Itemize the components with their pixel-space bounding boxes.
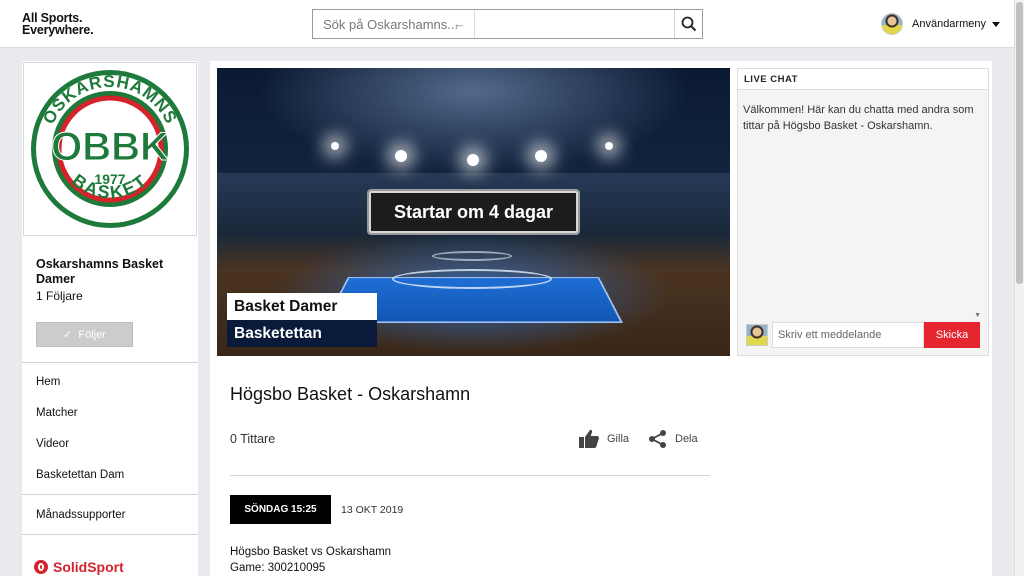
- search-icon: [681, 16, 696, 32]
- day-time-badge: SÖNDAG 15:25: [230, 495, 331, 524]
- page-scrollbar[interactable]: [1014, 0, 1024, 576]
- scroll-down-icon[interactable]: ▼: [974, 312, 981, 319]
- spotlight-icon: [331, 142, 339, 150]
- search-divider: [474, 10, 475, 38]
- spotlight-icon: [605, 142, 613, 150]
- logo-initials: OBBK: [51, 125, 169, 169]
- avatar: [746, 324, 768, 346]
- brand-line2: Everywhere.: [22, 23, 94, 37]
- caret-down-icon: [992, 21, 1000, 27]
- game-date: 13 OKT 2019: [341, 504, 404, 516]
- spotlight-icon: [467, 154, 479, 166]
- user-menu[interactable]: Användarmeny: [881, 13, 1000, 35]
- sidebar-divider: [22, 494, 198, 495]
- search-box: ←: [312, 9, 703, 39]
- viewer-count: 0 Tittare: [230, 432, 276, 446]
- live-chat: LIVE CHAT Välkommen! Här kan du chatta m…: [737, 68, 989, 356]
- logo-year: 1977: [94, 171, 125, 187]
- sidebar: OSKARSHAMNS BASKET OBBK 1977 Oskarshamns…: [22, 61, 198, 576]
- follow-button[interactable]: ✓ Följer: [36, 322, 133, 347]
- top-bar: All Sports. Everywhere. ← Användarmeny: [0, 0, 1014, 48]
- sidebar-item-basketettan-dam[interactable]: Basketettan Dam: [36, 469, 124, 481]
- brand-logo[interactable]: All Sports. Everywhere.: [22, 12, 94, 37]
- arrow-left-icon: ←: [453, 16, 466, 31]
- like-label: Gilla: [607, 433, 630, 445]
- solidsport-label: SolidSport: [53, 559, 124, 575]
- team-logo: OSKARSHAMNS BASKET OBBK 1977: [23, 62, 197, 236]
- search-input[interactable]: [313, 10, 473, 38]
- sidebar-item-hem[interactable]: Hem: [36, 376, 60, 388]
- solidsport-icon: [34, 560, 48, 574]
- search-button[interactable]: [674, 10, 702, 38]
- scrollbar-thumb[interactable]: [1016, 2, 1023, 284]
- live-chat-header: LIVE CHAT: [738, 69, 988, 90]
- game-title: Högsbo Basket - Oskarshamn: [230, 384, 471, 404]
- share-icon: [649, 430, 666, 448]
- chat-input-row: Skicka: [746, 322, 982, 348]
- chat-message-input[interactable]: [772, 322, 924, 348]
- start-countdown-badge: Startar om 4 dagar: [367, 189, 580, 235]
- video-overlay-subtitle: Basketettan: [227, 320, 377, 347]
- content-divider: [230, 475, 710, 476]
- spotlight-icon: [535, 150, 547, 162]
- sidebar-divider: [22, 362, 198, 363]
- user-menu-label: Användarmeny: [912, 18, 986, 30]
- video-player[interactable]: Startar om 4 dagar Basket Damer Basketet…: [217, 68, 730, 356]
- sidebar-item-videor[interactable]: Videor: [36, 438, 69, 450]
- check-icon: ✓: [63, 329, 73, 341]
- follow-button-label: Följer: [78, 328, 106, 341]
- team-name[interactable]: Oskarshamns Basket Damer: [36, 257, 186, 287]
- game-id: Game: 300210095: [230, 562, 326, 574]
- avatar: [881, 13, 903, 35]
- court-circle: [392, 269, 552, 289]
- share-button[interactable]: Dela: [648, 429, 698, 449]
- sidebar-item-monthly-supporter[interactable]: Månadssupporter: [36, 509, 126, 521]
- sidebar-item-matcher[interactable]: Matcher: [36, 407, 78, 419]
- like-button[interactable]: Gilla: [578, 429, 629, 449]
- chat-welcome-message: Välkommen! Här kan du chatta med andra s…: [743, 104, 974, 132]
- court-circle: [432, 251, 512, 261]
- thumbs-up-icon: [579, 429, 599, 448]
- share-label: Dela: [675, 433, 698, 445]
- main-panel: Startar om 4 dagar Basket Damer Basketet…: [210, 61, 992, 576]
- send-button[interactable]: Skicka: [924, 322, 980, 348]
- video-overlay-title: Basket Damer: [227, 293, 377, 320]
- game-description: Högsbo Basket vs Oskarshamn: [230, 546, 392, 558]
- solidsport-logo[interactable]: SolidSport: [34, 559, 124, 575]
- spotlight-icon: [395, 150, 407, 162]
- obbk-logo-icon: OSKARSHAMNS BASKET OBBK 1977: [31, 70, 189, 228]
- sidebar-divider: [22, 534, 198, 535]
- followers-count: 1 Följare: [36, 289, 83, 303]
